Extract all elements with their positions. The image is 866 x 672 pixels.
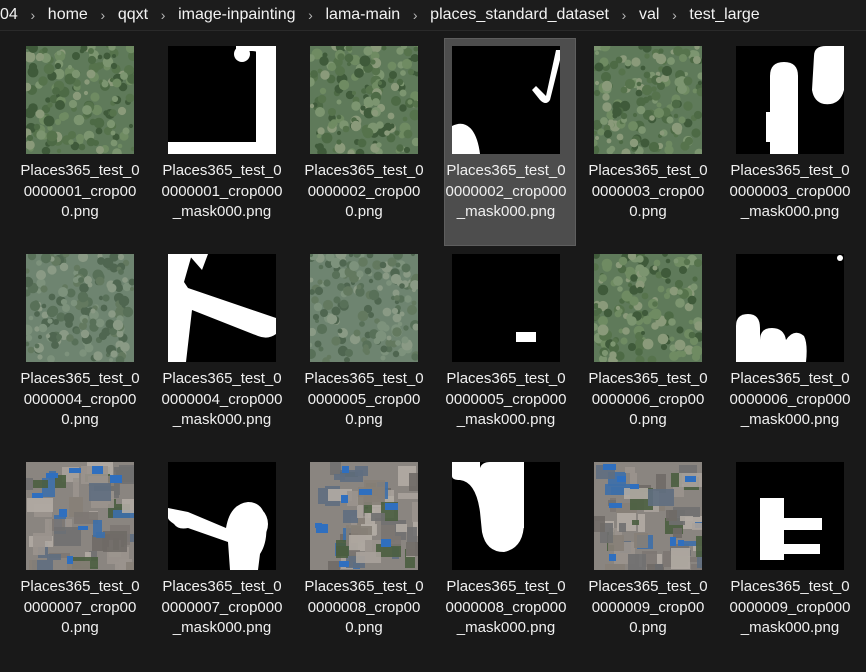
file-name: Places365_test_00000003_crop000_mask000.… [729,162,851,220]
file-name: Places365_test_00000008_crop000.png [304,578,424,636]
image-thumbnail [310,254,418,362]
file-name: Places365_test_00000009_crop000_mask000.… [729,578,851,636]
file-item-image[interactable]: Places365_test_00000005_crop000.png [303,247,433,453]
file-item-image[interactable]: Places365_test_00000003_crop000.png [587,39,717,245]
file-name: Places365_test_00000007_crop000.png [20,578,140,636]
chevron-right-icon[interactable]: › [406,0,424,30]
file-name: Places365_test_00000004_crop000_mask000.… [161,370,283,428]
file-item-mask[interactable]: Places365_test_00000009_crop000_mask000.… [729,455,859,661]
file-name: Places365_test_00000005_crop000.png [304,370,424,428]
mask-thumbnail [452,462,560,570]
file-item-image[interactable]: Places365_test_00000008_crop000.png [303,455,433,661]
image-thumbnail [26,254,134,362]
mask-thumbnail [168,462,276,570]
chevron-right-icon[interactable]: › [154,0,172,30]
file-name: Places365_test_00000005_crop000_mask000.… [445,370,567,428]
file-item-mask[interactable]: Places365_test_00000008_crop000_mask000.… [445,455,575,661]
file-name: Places365_test_00000002_crop000_mask000.… [445,162,567,220]
file-item-mask[interactable]: Places365_test_00000004_crop000_mask000.… [161,247,291,453]
chevron-right-icon[interactable]: › [24,0,42,30]
breadcrumb-item[interactable]: 04 [0,0,24,30]
file-item-mask[interactable]: Places365_test_00000002_crop000_mask000.… [444,38,576,246]
file-item-image[interactable]: Places365_test_00000009_crop000.png [587,455,717,661]
breadcrumb-item[interactable]: test_large [683,0,765,30]
breadcrumb-item[interactable]: val [633,0,665,30]
file-item-mask[interactable]: Places365_test_00000001_crop000_mask000.… [161,39,291,245]
file-item-mask[interactable]: Places365_test_00000006_crop000_mask000.… [729,247,859,453]
file-name: Places365_test_00000009_crop000.png [588,578,708,636]
file-item-image[interactable]: Places365_test_00000001_crop000.png [19,39,149,245]
image-thumbnail [594,254,702,362]
mask-thumbnail [452,254,560,362]
file-item-image[interactable]: Places365_test_00000002_crop000.png [303,39,433,245]
mask-thumbnail [452,46,560,154]
file-item-image[interactable]: Places365_test_00000004_crop000.png [19,247,149,453]
file-item-mask[interactable]: Places365_test_00000003_crop000_mask000.… [729,39,859,245]
file-name: Places365_test_00000006_crop000_mask000.… [729,370,851,428]
file-name: Places365_test_00000003_crop000.png [588,162,708,220]
breadcrumb-item[interactable]: qqxt [112,0,154,30]
file-name: Places365_test_00000004_crop000.png [20,370,140,428]
mask-thumbnail [736,254,844,362]
breadcrumb-item[interactable]: lama-main [319,0,406,30]
breadcrumb-item[interactable]: home [42,0,94,30]
image-thumbnail [26,46,134,154]
breadcrumb-item[interactable]: image-inpainting [172,0,301,30]
chevron-right-icon[interactable]: › [615,0,633,30]
breadcrumb: 04 › home › qqxt › image-inpainting › lama-main ›… [0,0,866,31]
breadcrumb-item[interactable]: places_standard_dataset [424,0,615,30]
file-item-mask[interactable]: Places365_test_00000005_crop000_mask000.… [445,247,575,453]
mask-thumbnail [168,46,276,154]
image-thumbnail [594,46,702,154]
file-name: Places365_test_00000007_crop000_mask000.… [161,578,283,636]
file-item-mask[interactable]: Places365_test_00000007_crop000_mask000.… [161,455,291,661]
mask-thumbnail [736,462,844,570]
image-thumbnail [310,46,418,154]
chevron-right-icon[interactable]: › [94,0,112,30]
file-name: Places365_test_00000001_crop000_mask000.… [161,162,283,220]
file-name: Places365_test_00000001_crop000.png [20,162,140,220]
image-thumbnail [26,462,134,570]
file-item-image[interactable]: Places365_test_00000007_crop000.png [19,455,149,661]
mask-thumbnail [168,254,276,362]
file-item-image[interactable]: Places365_test_00000006_crop000.png [587,247,717,453]
file-name: Places365_test_00000006_crop000.png [588,370,708,428]
image-thumbnail [594,462,702,570]
image-thumbnail [310,462,418,570]
file-name: Places365_test_00000008_crop000_mask000.… [445,578,567,636]
mask-thumbnail [736,46,844,154]
chevron-right-icon[interactable]: › [301,0,319,30]
file-name: Places365_test_00000002_crop000.png [304,162,424,220]
chevron-right-icon[interactable]: › [665,0,683,30]
